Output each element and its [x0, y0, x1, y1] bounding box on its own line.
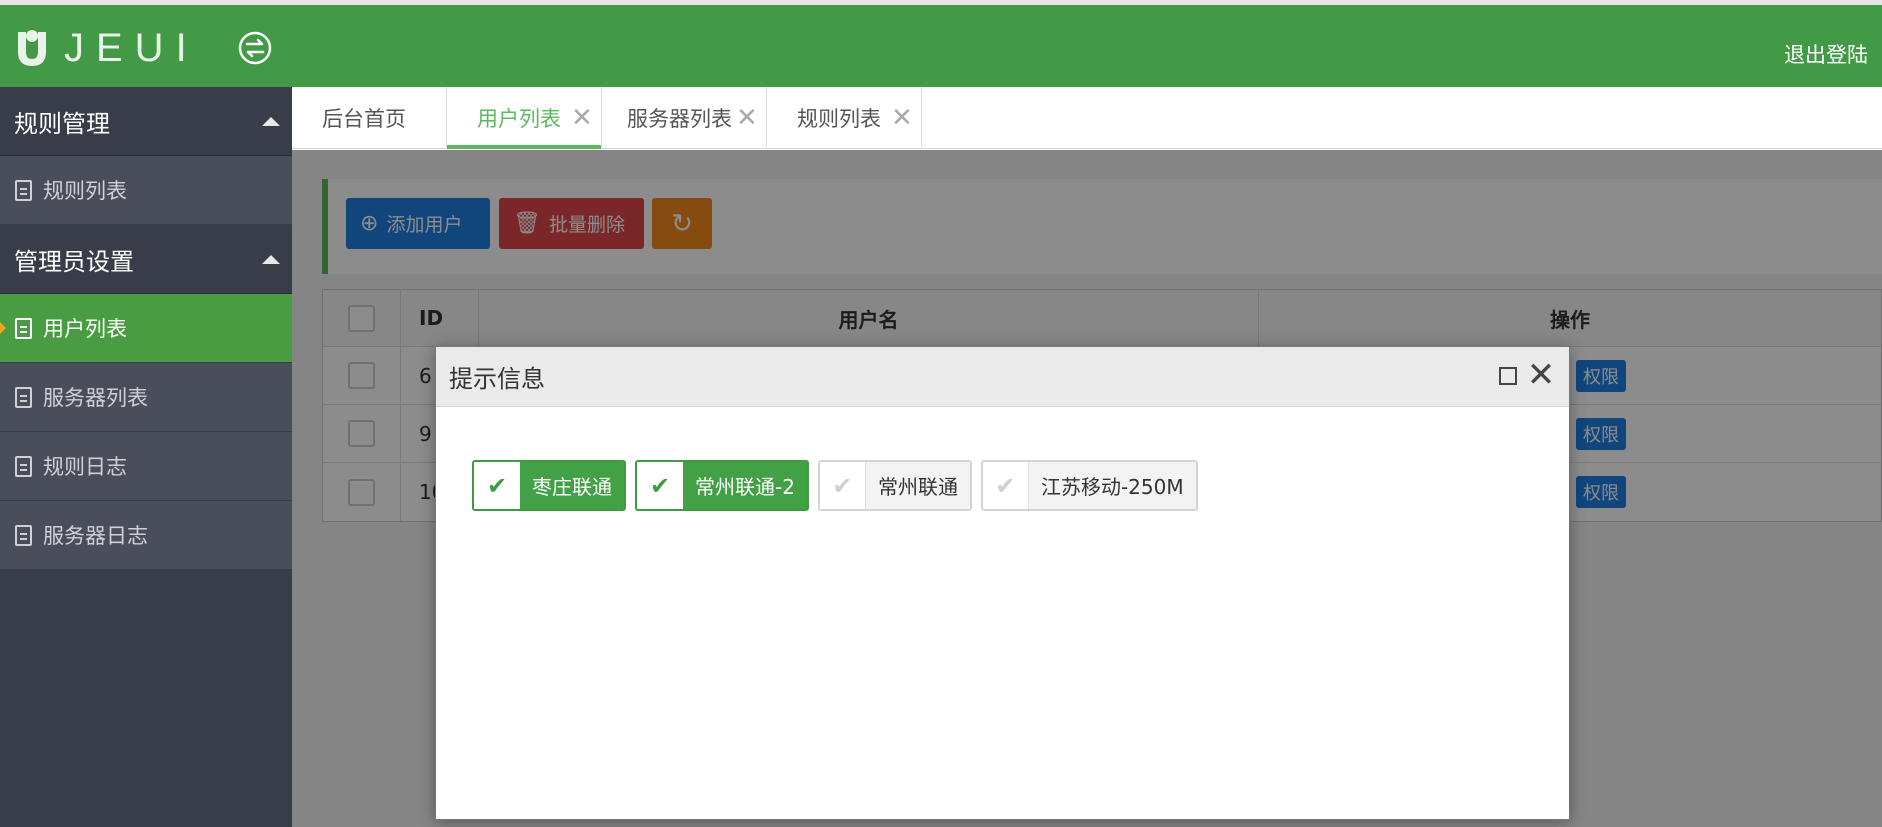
check-icon: ✔ — [819, 462, 866, 509]
switch-sidebar-icon[interactable] — [238, 31, 272, 65]
close-icon[interactable]: ✕ — [736, 105, 758, 131]
sidebar-item-label: 规则日志 — [43, 455, 127, 479]
server-options: ✔ 枣庄联通 ✔ 常州联通-2 ✔ 常州联通 ✔ 江苏移动-250M — [472, 460, 1207, 511]
logo-icon — [18, 30, 46, 66]
document-icon — [15, 317, 32, 339]
sidebar-item-label: 服务器列表 — [43, 386, 148, 410]
app-header: JEUI 退出登陆 — [0, 5, 1882, 87]
check-icon: ✔ — [637, 462, 683, 509]
server-option-checkbox[interactable]: ✔ 枣庄联通 — [472, 460, 626, 511]
document-icon — [15, 386, 32, 408]
tab-label: 后台首页 — [322, 107, 406, 131]
dialog-title: 提示信息 — [449, 365, 545, 393]
tab-rule-list[interactable]: 规则列表 ✕ — [767, 87, 922, 149]
tab-label: 服务器列表 — [627, 107, 732, 131]
caret-up-icon — [262, 117, 280, 126]
tab-home[interactable]: 后台首页 — [292, 87, 447, 149]
document-icon — [15, 179, 32, 201]
document-icon — [15, 455, 32, 477]
sidebar-group-rules[interactable]: 规则管理 — [0, 87, 292, 156]
sidebar-group-title: 管理员设置 — [14, 247, 134, 276]
option-label: 枣庄联通 — [520, 462, 624, 509]
logout-link[interactable]: 退出登陆 — [1784, 39, 1868, 69]
tab-server-list[interactable]: 服务器列表 ✕ — [602, 87, 767, 149]
logo: JEUI — [12, 23, 199, 73]
sidebar-item-server-log[interactable]: 服务器日志 — [0, 501, 292, 570]
tab-user-list[interactable]: 用户列表 ✕ — [447, 87, 602, 149]
info-dialog: 提示信息 ✕ ✔ 枣庄联通 ✔ 常州联通-2 ✔ 常州联通 ✔ 江苏移动-250… — [435, 346, 1570, 820]
maximize-icon[interactable] — [1499, 367, 1517, 385]
option-label: 常州联通-2 — [683, 462, 807, 509]
tab-label: 规则列表 — [797, 107, 881, 131]
caret-up-icon — [262, 255, 280, 264]
server-option-checkbox[interactable]: ✔ 江苏移动-250M — [980, 460, 1198, 511]
server-option-checkbox[interactable]: ✔ 常州联通 — [817, 460, 972, 511]
tab-bar: 后台首页 用户列表 ✕ 服务器列表 ✕ 规则列表 ✕ — [292, 87, 1882, 149]
logo-text: JEUI — [64, 25, 199, 70]
sidebar-item-rule-log[interactable]: 规则日志 — [0, 432, 292, 501]
option-label: 江苏移动-250M — [1028, 462, 1196, 509]
sidebar-item-label: 服务器日志 — [43, 524, 148, 548]
dialog-header: 提示信息 ✕ — [436, 347, 1569, 407]
close-icon[interactable]: ✕ — [891, 105, 913, 131]
check-icon: ✔ — [982, 462, 1029, 509]
tab-label: 用户列表 — [477, 107, 561, 131]
sidebar-item-rule-list[interactable]: 规则列表 — [0, 156, 292, 225]
sidebar: 规则管理 规则列表 管理员设置 用户列表 服务器列表 规则日志 服务器日志 — [0, 87, 292, 827]
document-icon — [15, 524, 32, 546]
sidebar-item-label: 规则列表 — [43, 179, 127, 203]
sidebar-item-label: 用户列表 — [43, 317, 127, 341]
server-option-checkbox[interactable]: ✔ 常州联通-2 — [635, 460, 809, 511]
sidebar-group-title: 规则管理 — [14, 109, 110, 138]
option-label: 常州联通 — [865, 462, 970, 509]
sidebar-group-admin[interactable]: 管理员设置 — [0, 225, 292, 294]
close-icon[interactable]: ✕ — [1523, 357, 1559, 393]
check-icon: ✔ — [474, 462, 520, 509]
close-icon[interactable]: ✕ — [571, 105, 593, 131]
sidebar-item-server-list[interactable]: 服务器列表 — [0, 363, 292, 432]
sidebar-item-user-list[interactable]: 用户列表 — [0, 294, 292, 363]
